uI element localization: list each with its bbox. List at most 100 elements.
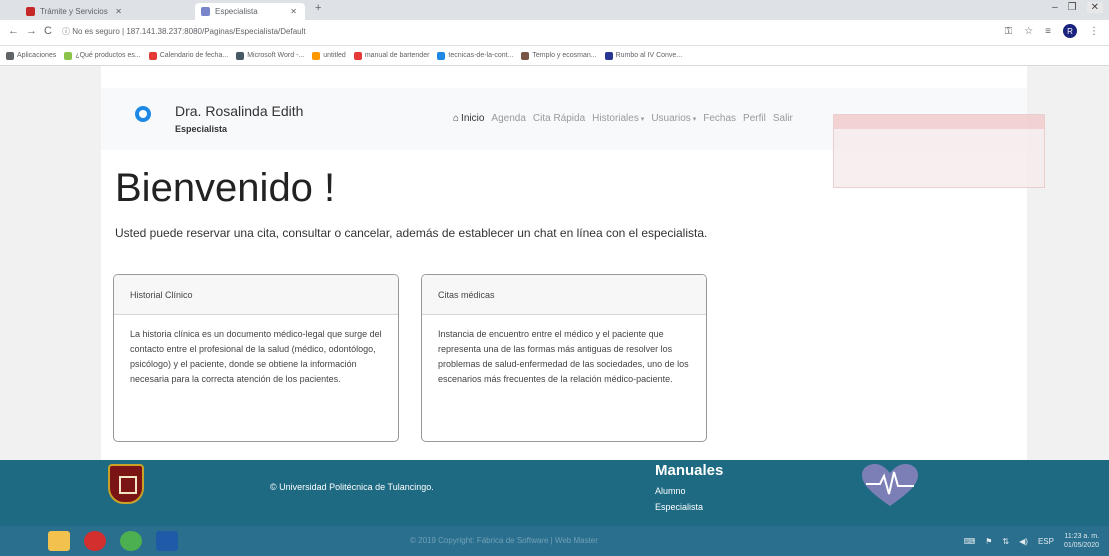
nav-item-label: Perfil <box>743 113 766 124</box>
bookmark-favicon-icon <box>312 51 321 60</box>
clock-time: 11:23 a. m. <box>1064 533 1099 540</box>
bookmark-favicon-icon <box>437 51 446 60</box>
nav-item-usuarios[interactable]: Usuarios ▾ <box>651 113 696 124</box>
window-close-button[interactable]: ✕ <box>1086 2 1103 13</box>
bookmarks-bar: Aplicaciones ¿Qué productos es... Calendar… <box>0 46 1109 66</box>
card-header: Citas médicas <box>422 275 706 315</box>
bookmark-item[interactable]: manual de bartender <box>353 51 429 60</box>
bookmark-label: ¿Qué productos es... <box>75 52 141 59</box>
bookmark-label: tecnicas-de-la-cont... <box>448 52 514 59</box>
forward-button[interactable]: → <box>26 25 37 37</box>
card-citas-medicas: Citas médicas Instancia de encuentro ent… <box>421 274 707 442</box>
nav-item-agenda[interactable]: Agenda <box>491 113 525 124</box>
chrome-icon[interactable] <box>120 531 142 551</box>
window-controls: – ❐ ✕ <box>1052 2 1103 13</box>
reading-list-icon[interactable]: ≡ <box>1045 26 1051 37</box>
university-shield-logo <box>108 464 144 504</box>
flag-icon[interactable]: ⚑ <box>985 537 992 546</box>
bookmark-item[interactable]: tecnicas-de-la-cont... <box>437 51 514 60</box>
key-icon[interactable]: ⚿ <box>1005 26 1013 37</box>
system-tray: ⌨ ⚑ ⇅ ◀) ESP 11:23 a. m. 01/05/2020 <box>964 532 1099 550</box>
url-text[interactable]: 187.141.38.237:8080/Paginas/Especialista… <box>126 27 305 36</box>
url-field[interactable]: ⓘ No es seguro | 187.141.38.237:8080/Pag… <box>62 26 306 37</box>
doctor-name: Dra. Rosalinda Edith <box>175 103 304 119</box>
network-icon[interactable]: ⇅ <box>1002 537 1009 546</box>
reload-button[interactable]: C <box>44 25 52 37</box>
browser-tab-especialista[interactable]: Especialista ✕ <box>195 3 305 20</box>
apps-icon <box>6 51 14 60</box>
tab-favicon-icon <box>26 7 35 16</box>
home-icon: ⌂ <box>453 113 460 124</box>
footer-faded-text: © 2019 Copyright: Fábrica de Software | … <box>410 536 598 545</box>
tab-title: Especialista <box>215 7 258 16</box>
file-explorer-icon[interactable] <box>48 531 70 551</box>
nav-item-label: Cita Rápida <box>532 113 586 124</box>
back-button[interactable]: ← <box>8 25 19 37</box>
nav-item-inicio[interactable]: ⌂ Inicio <box>453 113 484 124</box>
star-icon[interactable]: ☆ <box>1024 26 1033 37</box>
keyboard-icon[interactable]: ⌨ <box>964 537 976 546</box>
card-body: Instancia de encuentro entre el médico y… <box>438 329 689 384</box>
language-indicator[interactable]: ESP <box>1038 537 1054 546</box>
bookmark-favicon-icon <box>148 51 157 60</box>
nav-item-label: Fechas <box>703 113 737 124</box>
brand-logo-icon <box>135 106 151 122</box>
menu-dots-icon[interactable]: ⋮ <box>1089 26 1099 37</box>
card-body: La historia clínica es un documento médi… <box>130 329 382 384</box>
word-icon[interactable] <box>156 531 178 551</box>
nav-item-label: Historiales <box>592 113 639 124</box>
manual-especialista-link[interactable]: Especialista <box>655 502 703 512</box>
page-footer: © Universidad Politécnica de Tulancingo.… <box>0 460 1109 526</box>
bookmark-item[interactable]: Rumbo al IV Conve... <box>604 51 683 60</box>
bookmark-favicon-icon <box>604 51 613 60</box>
page-container: Dra. Rosalinda Edith Especialista ⌂ Inici… <box>101 66 1045 460</box>
minimize-button[interactable]: – <box>1052 2 1058 13</box>
bookmark-item[interactable]: Microsoft Word -... <box>236 51 305 60</box>
intro-text: Usted puede reservar una cita, consultar… <box>115 226 708 240</box>
notification-popup <box>833 114 1045 188</box>
heartbeat-heart-icon <box>862 464 918 506</box>
browser-tab-bar: Trámite y Servicios ✕ Especialista ✕ + –… <box>0 0 1109 20</box>
close-icon[interactable]: ✕ <box>115 7 122 16</box>
manuales-heading: Manuales <box>655 462 724 479</box>
nav-item-perfil[interactable]: Perfil <box>743 113 766 124</box>
user-role: Especialista <box>175 124 228 134</box>
clock-date: 01/05/2020 <box>1063 542 1099 549</box>
maximize-button[interactable]: ❐ <box>1068 2 1077 13</box>
bookmark-item[interactable]: ¿Qué productos es... <box>64 51 141 60</box>
new-tab-button[interactable]: + <box>315 2 321 14</box>
bookmark-item[interactable]: Templo y ecosman... <box>521 51 597 60</box>
bookmark-label: Microsoft Word -... <box>247 52 305 59</box>
nav-item-cita-r-pida[interactable]: Cita Rápida <box>533 113 585 124</box>
tab-favicon-icon <box>201 7 210 16</box>
volume-icon[interactable]: ◀) <box>1019 537 1028 546</box>
bookmark-label: Rumbo al IV Conve... <box>615 52 683 59</box>
bookmark-item[interactable]: Aplicaciones <box>6 51 57 60</box>
card-historial-clinico: Historial Clínico La historia clínica es… <box>113 274 399 442</box>
opera-icon[interactable] <box>84 531 106 551</box>
address-bar-row: ← → C ⓘ No es seguro | 187.141.38.237:80… <box>0 20 1109 46</box>
bookmark-item[interactable]: untitled <box>312 51 346 60</box>
bookmark-item[interactable]: Calendario de fecha... <box>148 51 229 60</box>
page-title: Bienvenido ! <box>115 166 336 210</box>
tab-title: Trámite y Servicios <box>40 7 108 16</box>
nav-item-salir[interactable]: Salir <box>773 113 793 124</box>
profile-avatar[interactable]: R <box>1063 24 1077 38</box>
security-warning[interactable]: ⓘ No es seguro <box>62 27 120 36</box>
notification-header <box>834 115 1044 129</box>
close-icon[interactable]: ✕ <box>290 7 297 16</box>
card-header: Historial Clínico <box>114 275 398 315</box>
bookmark-favicon-icon <box>521 51 530 60</box>
bookmark-favicon-icon <box>353 51 362 60</box>
nav-item-label: Usuarios <box>651 113 691 124</box>
address-bar-icons: ⚿ ☆ ≡ R ⋮ <box>1005 24 1099 38</box>
clock[interactable]: 11:23 a. m. 01/05/2020 <box>1064 532 1099 550</box>
manual-alumno-link[interactable]: Alumno <box>655 486 686 496</box>
bookmark-label: Calendario de fecha... <box>159 52 229 59</box>
bookmark-label: Aplicaciones <box>17 52 57 59</box>
browser-tab-tramites[interactable]: Trámite y Servicios ✕ <box>20 3 130 20</box>
nav-item-fechas[interactable]: Fechas <box>703 113 736 124</box>
nav-menu: ⌂ Inicio Agenda Cita Rápida Historiales ▾ Usu… <box>453 113 793 124</box>
nav-item-historiales[interactable]: Historiales ▾ <box>592 113 644 124</box>
bookmark-label: untitled <box>323 52 346 59</box>
